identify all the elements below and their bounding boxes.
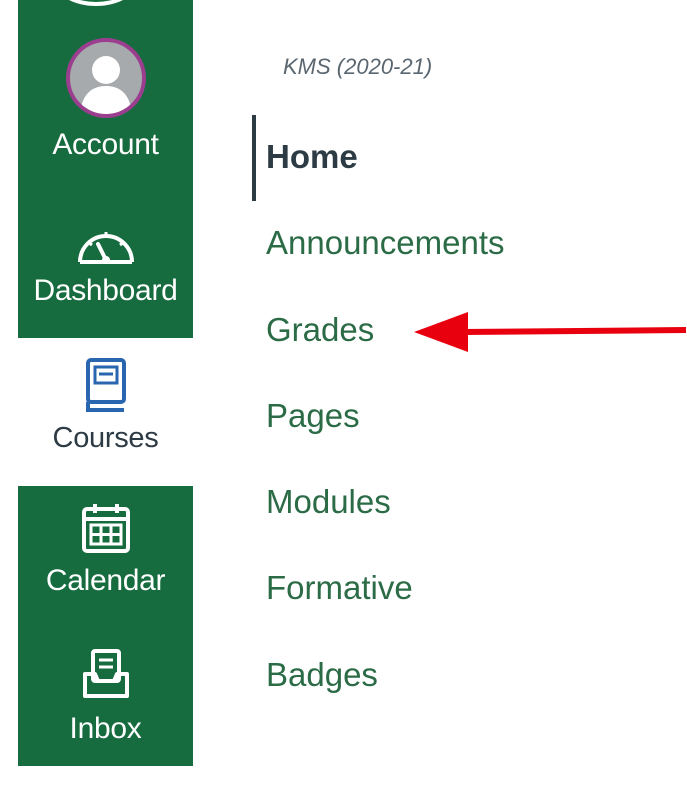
course-link-announcements[interactable]: Announcements — [266, 224, 505, 262]
nav-calendar[interactable]: Calendar — [18, 502, 193, 598]
global-navigation: Account Dashboard Courses Calendar Inbox — [0, 0, 200, 793]
course-link-modules[interactable]: Modules — [266, 483, 391, 521]
nav-account-label: Account — [52, 128, 159, 161]
speedometer-icon — [77, 232, 134, 264]
nav-courses[interactable]: Courses — [18, 358, 193, 455]
user-avatar-icon — [65, 38, 146, 118]
inbox-icon — [82, 649, 129, 698]
course-link-formative[interactable]: Formative — [266, 569, 413, 607]
course-term-label: KMS (2020-21) — [283, 54, 433, 79]
course-link-home[interactable]: Home — [266, 138, 358, 176]
nav-dashboard-label: Dashboard — [33, 274, 178, 307]
book-icon — [85, 358, 126, 412]
course-link-badges[interactable]: Badges — [266, 656, 378, 694]
nav-inbox[interactable]: Inbox — [18, 648, 193, 746]
nav-account[interactable]: Account — [18, 38, 193, 162]
course-link-grades[interactable]: Grades — [266, 311, 374, 349]
nav-calendar-label: Calendar — [45, 564, 166, 597]
active-link-indicator — [252, 115, 256, 201]
calendar-icon — [81, 504, 130, 553]
course-link-pages[interactable]: Pages — [266, 397, 360, 435]
nav-courses-label: Courses — [52, 422, 159, 454]
nav-dashboard[interactable]: Dashboard — [18, 222, 193, 308]
nav-inbox-label: Inbox — [69, 712, 142, 745]
